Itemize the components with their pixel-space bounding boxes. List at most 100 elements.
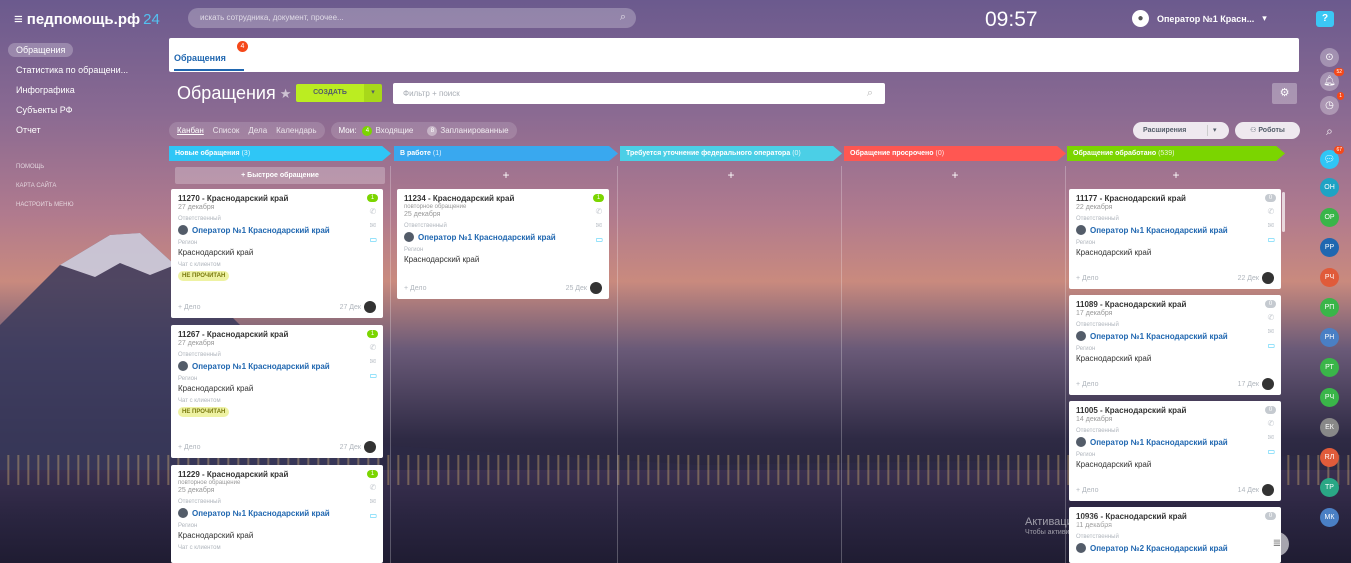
add-icon[interactable]: + — [844, 167, 1066, 184]
quick-add-button[interactable]: + Быстрое обращение — [175, 167, 385, 184]
add-deal-link[interactable]: + Дело — [178, 444, 201, 451]
settings-circle-icon[interactable]: ⊙ — [1320, 48, 1339, 67]
operator-link[interactable]: Оператор №1 Краснодарский край — [1076, 437, 1274, 447]
global-search-input[interactable]: искать сотрудника, документ, прочее... ⌕ — [188, 8, 636, 28]
add-deal-link[interactable]: + Дело — [1076, 487, 1099, 494]
menu-item-statistics[interactable]: Статистика по обращени... — [0, 60, 160, 80]
avatar[interactable] — [590, 282, 602, 294]
column-header[interactable]: Новые обращения (3) — [169, 146, 391, 161]
view-calendar[interactable]: Календарь — [276, 126, 316, 135]
counter-planned[interactable]: 8 Запланированные — [427, 125, 509, 136]
mail-icon[interactable]: ✉ — [1267, 221, 1275, 230]
view-kanban[interactable]: Канбан — [177, 126, 204, 135]
avatar[interactable] — [1262, 378, 1274, 390]
column-header[interactable]: Требуется уточнение федерального операто… — [620, 146, 842, 161]
search-icon[interactable]: ⌕ — [867, 87, 873, 100]
contact-avatar[interactable]: РН — [1320, 328, 1339, 347]
view-deals[interactable]: Дела — [248, 126, 267, 135]
gear-icon[interactable]: ⚙ — [1272, 83, 1297, 104]
operator-link[interactable]: Оператор №1 Краснодарский край — [404, 232, 602, 242]
phone-icon[interactable]: ✆ — [595, 207, 603, 216]
filter-search-input[interactable]: Фильтр + поиск ⌕ — [393, 83, 885, 104]
phone-icon[interactable]: ✆ — [369, 483, 377, 492]
search-icon[interactable]: ⌕ — [1320, 122, 1339, 141]
menu-help[interactable]: ПОМОЩЬ — [0, 158, 160, 177]
contact-avatar[interactable]: МК — [1320, 508, 1339, 527]
mail-icon[interactable]: ✉ — [369, 357, 377, 366]
chat-icon[interactable]: ▭ — [1267, 235, 1275, 244]
add-deal-link[interactable]: + Дело — [1076, 381, 1099, 388]
chat-icon[interactable]: ▭ — [369, 511, 377, 520]
phone-icon[interactable]: ✆ — [1267, 313, 1275, 322]
mail-icon[interactable]: ✉ — [1267, 327, 1275, 336]
phone-icon[interactable]: ✆ — [1267, 207, 1275, 216]
deal-card[interactable]: 11089 - Краснодарский край 17 декабря От… — [1069, 295, 1281, 395]
menu-item-infographics[interactable]: Инфографика — [0, 80, 160, 100]
operator-link[interactable]: Оператор №1 Краснодарский край — [178, 225, 376, 235]
deal-card[interactable]: 11234 - Краснодарский край повторное обр… — [397, 189, 609, 299]
menu-sitemap[interactable]: КАРТА САЙТА — [0, 177, 160, 196]
contact-avatar[interactable]: ЕК — [1320, 418, 1339, 437]
user-menu[interactable]: ● Оператор №1 Красн... ▾ — [1132, 10, 1267, 27]
clock-icon[interactable]: ◷ 1 — [1320, 92, 1344, 115]
contact-avatar[interactable]: RЛ — [1320, 448, 1339, 467]
menu-configure[interactable]: НАСТРОИТЬ МЕНЮ — [0, 196, 160, 215]
contact-avatar[interactable]: ОН — [1320, 178, 1339, 197]
operator-link[interactable]: Оператор №1 Краснодарский край — [1076, 225, 1274, 235]
add-deal-link[interactable]: + Дело — [178, 304, 201, 311]
operator-link[interactable]: Оператор №1 Краснодарский край — [178, 361, 376, 371]
list-icon[interactable]: ≣ — [1265, 532, 1289, 556]
create-dropdown-button[interactable]: ▾ — [364, 84, 382, 102]
mail-icon[interactable]: ✉ — [1267, 433, 1275, 442]
avatar[interactable] — [1262, 484, 1274, 496]
chat-icon[interactable]: ▭ — [369, 235, 377, 244]
deal-card[interactable]: 11267 - Краснодарский край 27 декабря От… — [171, 325, 383, 458]
add-deal-link[interactable]: + Дело — [404, 285, 427, 292]
contact-avatar[interactable]: РТ — [1320, 358, 1339, 377]
robots-button[interactable]: ⚇ Роботы — [1235, 122, 1300, 139]
contact-avatar[interactable]: РР — [1320, 238, 1339, 257]
menu-item-obrascheniya[interactable]: Обращения — [0, 40, 160, 60]
chat-icon[interactable]: ▭ — [1267, 341, 1275, 350]
column-scrollbar[interactable] — [1282, 192, 1285, 232]
menu-item-subjects[interactable]: Субъекты РФ — [0, 100, 160, 120]
deal-card[interactable]: 11270 - Краснодарский край 27 декабря От… — [171, 189, 383, 318]
avatar[interactable] — [364, 301, 376, 313]
menu-item-report[interactable]: Отчет — [0, 120, 160, 140]
chat-icon[interactable]: ▭ — [369, 371, 377, 380]
search-icon[interactable]: ⌕ — [620, 11, 626, 24]
phone-icon[interactable]: ✆ — [369, 343, 377, 352]
chat-icon[interactable]: 💬︎ 67 — [1320, 146, 1344, 169]
phone-icon[interactable]: ✆ — [1267, 419, 1275, 428]
operator-link[interactable]: Оператор №2 Краснодарский край — [1076, 543, 1274, 553]
avatar[interactable] — [1262, 272, 1274, 284]
chat-icon[interactable]: ▭ — [1267, 447, 1275, 456]
contact-avatar[interactable]: РП — [1320, 298, 1339, 317]
view-list[interactable]: Список — [213, 126, 240, 135]
mail-icon[interactable]: ✉ — [595, 221, 603, 230]
column-header[interactable]: Обращение обработано (539) — [1067, 146, 1285, 161]
contact-avatar[interactable]: ОР — [1320, 208, 1339, 227]
operator-link[interactable]: Оператор №1 Краснодарский край — [178, 508, 376, 518]
chat-icon[interactable]: ▭ — [595, 235, 603, 244]
mail-icon[interactable]: ✉ — [369, 497, 377, 506]
contact-avatar[interactable]: РЧ — [1320, 388, 1339, 407]
deal-card[interactable]: 11005 - Краснодарский край 14 декабря От… — [1069, 401, 1281, 501]
logo[interactable]: ≡ педпомощь.рф 24 — [14, 11, 160, 28]
add-icon[interactable]: + — [1067, 167, 1285, 184]
avatar[interactable] — [364, 441, 376, 453]
contact-avatar[interactable]: ТР — [1320, 478, 1339, 497]
menu-icon[interactable]: ≡ — [14, 11, 23, 28]
deal-card[interactable]: 11177 - Краснодарский край 22 декабря От… — [1069, 189, 1281, 289]
create-button[interactable]: СОЗДАТЬ — [296, 84, 364, 102]
contact-avatar[interactable]: РЧ — [1320, 268, 1339, 287]
phone-icon[interactable]: ✆ — [369, 207, 377, 216]
tab-obrascheniya[interactable]: Обращения — [174, 53, 226, 63]
column-header[interactable]: В работе (1) — [394, 146, 618, 161]
add-deal-link[interactable]: + Дело — [1076, 275, 1099, 282]
bell-icon[interactable]: 🔔︎ 52 — [1320, 68, 1344, 91]
deal-card[interactable]: 11229 - Краснодарский край повторное обр… — [171, 465, 383, 563]
add-icon[interactable]: + — [620, 167, 842, 184]
help-icon[interactable]: ? — [1316, 11, 1334, 27]
star-icon[interactable]: ★ — [280, 86, 292, 102]
